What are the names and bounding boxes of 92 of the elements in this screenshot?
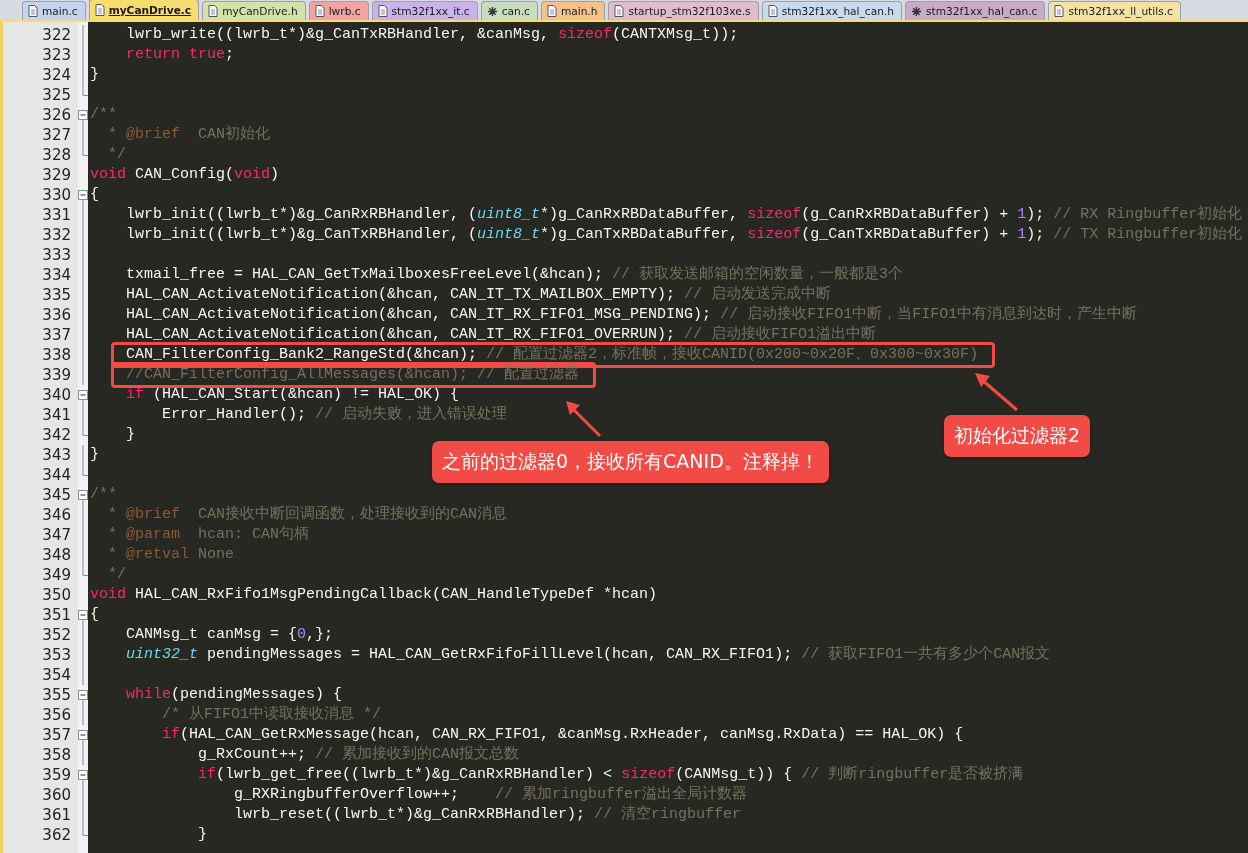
code-line: /** [90, 105, 117, 125]
file-tab[interactable]: myCanDrive.h [202, 1, 306, 20]
file-tab[interactable]: lwrb.c [308, 1, 369, 20]
callout-label: 之前的过滤器0，接收所有CANID。注释掉！ [432, 441, 829, 483]
line-number: 331 [41, 205, 72, 225]
line-number: 346 [41, 505, 72, 525]
line-number: 323 [41, 45, 72, 65]
line-number: 328 [41, 145, 72, 165]
line-number: 357 [41, 725, 72, 745]
line-number: 344 [41, 465, 72, 485]
code-line: */ [108, 145, 127, 165]
line-number: 350 [41, 585, 72, 605]
line-number: 358 [41, 745, 72, 765]
code-line: /** [90, 485, 117, 505]
file-tab[interactable]: myCanDrive.c [88, 0, 200, 20]
line-number: 327 [41, 125, 72, 145]
code-line: { [90, 185, 99, 205]
code-line: { [90, 605, 99, 625]
code-line: while(pendingMessages) { [126, 685, 343, 705]
line-number: 354 [41, 665, 72, 685]
line-number: 326 [41, 105, 72, 125]
code-line: uint32_t pendingMessages = HAL_CAN_GetRxFifoFillLevel(hcan, CAN_RX_FIFO1); // 获取FIFO1一共有多少个CAN报文 [126, 645, 1051, 665]
code-line: lwrb_init((lwrb_t*)&g_CanRxRBHandler, (uint8_t*)g_CanRxRBDataBuffer, sizeof(g_CanRxRBDataBuffer) + 1); // RX Ringbuffer初始化 [126, 205, 1243, 225]
line-number: 359 [41, 765, 72, 785]
line-number: 356 [41, 705, 72, 725]
line-number: 362 [41, 825, 72, 845]
code-line: void CAN_Config(void) [90, 165, 280, 185]
code-line: HAL_CAN_ActivateNotification(&hcan, CAN_IT_RX_FIFO1_MSG_PENDING); // 启动接收FIFO1中断，当FIFO1中有消息到达时，产生中断 [126, 305, 1138, 325]
code-line: g_RxCount++; // 累加接收到的CAN报文总数 [198, 745, 520, 765]
line-number: 361 [41, 805, 72, 825]
line-number: 329 [41, 165, 72, 185]
line-number: 339 [41, 365, 72, 385]
line-number: 337 [41, 325, 72, 345]
code-line: } [198, 825, 208, 845]
line-number: 325 [41, 85, 72, 105]
line-number: 345 [41, 485, 72, 505]
code-line: * @brief CAN初始化 [108, 125, 271, 145]
code-line: void HAL_CAN_RxFifo1MsgPendingCallback(CAN_HandleTypeDef *hcan) [90, 585, 658, 605]
code-line: if(HAL_CAN_GetRxMessage(hcan, CAN_RX_FIFO1, &canMsg.RxHeader, canMsg.RxData) == HAL_OK) { [162, 725, 964, 745]
code-line: g_RXRingbufferOverflow++; // 累加ringbuffer溢出全局计数器 [234, 785, 748, 805]
line-number: 360 [41, 785, 72, 805]
line-number: 324 [41, 65, 72, 85]
code-line: * @retval None [108, 545, 235, 565]
file-tab[interactable]: stm32f1xx_ll_utils.c [1048, 1, 1181, 20]
code-line: } [90, 65, 99, 85]
line-number: 342 [41, 425, 72, 445]
code-line: if(lwrb_get_free((lwrb_t*)&g_CanRxRBHandler) < sizeof(CANMsg_t)) { // 判断ringbuffer是否被挤满 [198, 765, 1024, 785]
arrow-icon [563, 398, 603, 438]
code-line: HAL_CAN_ActivateNotification(&hcan, CAN_IT_TX_MAILBOX_EMPTY); // 启动发送完成中断 [126, 285, 832, 305]
line-number: 332 [41, 225, 72, 245]
line-number: 352 [41, 625, 72, 645]
line-number: 322 [41, 25, 72, 45]
file-tab[interactable]: can.c [480, 1, 538, 20]
code-line: lwrb_write((lwrb_t*)&g_CanTxRBHandler, &canMsg, sizeof(CANTXMsg_t)); [126, 25, 739, 45]
line-number: 330 [41, 185, 72, 205]
line-number: 355 [41, 685, 72, 705]
code-line: * @param hcan: CAN句柄 [108, 525, 310, 545]
code-line: CANMsg_t canMsg = {0,}; [126, 625, 334, 645]
file-tab[interactable]: main.h [540, 1, 606, 20]
file-tab[interactable]: stm32f1xx_it.c [371, 1, 478, 20]
code-line: return true; [126, 45, 235, 65]
line-number: 353 [41, 645, 72, 665]
line-number: 351 [41, 605, 72, 625]
code-line: HAL_CAN_ActivateNotification(&hcan, CAN_IT_RX_FIFO1_OVERRUN); // 启动接收FIFO1溢出中断 [126, 325, 877, 345]
code-line: Error_Handler(); // 启动失败，进入错误处理 [162, 405, 508, 425]
file-tab[interactable]: main.c [22, 1, 86, 20]
line-number: 341 [41, 405, 72, 425]
code-line: } [90, 445, 99, 465]
line-number: 333 [41, 245, 72, 265]
code-line: lwrb_reset((lwrb_t*)&g_CanRxRBHandler); // 清空ringbuffer [234, 805, 742, 825]
line-number: 343 [41, 445, 72, 465]
code-line: } [126, 425, 136, 445]
line-number: 347 [41, 525, 72, 545]
line-number: 348 [41, 545, 72, 565]
code-line: //CAN_FilterConfig_AllMessages(&hcan); // 配置过滤器 [126, 365, 580, 385]
line-number: 338 [41, 345, 72, 365]
callout-label: 初始化过滤器2 [944, 415, 1091, 457]
code-line: /* 从FIFO1中读取接收消息 */ [162, 705, 382, 725]
code-line: */ [108, 565, 127, 585]
file-tab[interactable]: startup_stm32f103xe.s [608, 1, 759, 20]
code-line: * @brief CAN接收中断回调函数，处理接收到的CAN消息 [108, 505, 508, 525]
line-number: 336 [41, 305, 72, 325]
line-number: 334 [41, 265, 72, 285]
arrow-icon [972, 370, 1020, 412]
file-tab[interactable]: stm32f1xx_hal_can.c [904, 1, 1046, 20]
file-tab[interactable]: stm32f1xx_hal_can.h [761, 1, 902, 20]
line-number: 340 [41, 385, 72, 405]
line-number: 349 [41, 565, 72, 585]
line-number: 335 [41, 285, 72, 305]
code-line: lwrb_init((lwrb_t*)&g_CanTxRBHandler, (uint8_t*)g_CanTxRBDataBuffer, sizeof(g_CanTxRBDataBuffer) + 1); // TX Ringbuffer初始化 [126, 225, 1243, 245]
code-line: txmail_free = HAL_CAN_GetTxMailboxesFreeLevel(&hcan); // 获取发送邮箱的空闲数量，一般都是3个 [126, 265, 904, 285]
code-line: CAN_FilterConfig_Bank2_RangeStd(&hcan); // 配置过滤器2，标准帧，接收CANID(0x200~0x20F、0x300~0x30F) [126, 345, 979, 365]
